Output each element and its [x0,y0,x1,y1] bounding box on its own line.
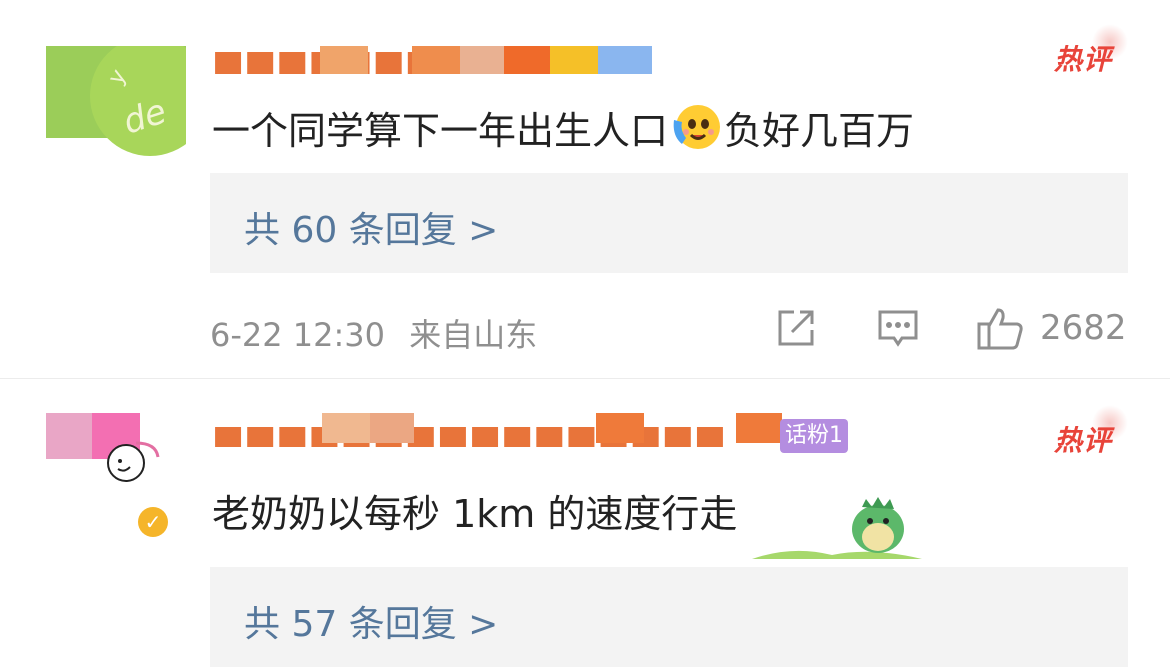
fan-level-badge: 话粉1 [780,419,848,453]
comment-item-2: ✓ ■■■■■■■■■■■■■■■■ 话粉1 热评 老奶奶以每秒 1km 的速度… [0,378,1170,667]
comment-item-1: de y ■■■■■■■■■■■ 热评 一个同学算下一年出生人口 负好几百万 共… [0,0,1170,378]
username-obscured[interactable]: ■■■■■■■■■■■■■■■■ [210,413,870,447]
avatar[interactable]: de y [46,46,186,158]
view-replies-link[interactable]: 共 57 条回复 > [244,595,498,647]
svg-text:■■■■■■■■■■■■■■■■: ■■■■■■■■■■■■■■■■ [212,418,726,447]
hot-comment-badge: 热评 [1054,405,1129,459]
username-obscured[interactable]: ■■■■■■■■■■■ [210,40,660,74]
tearful-happy-emoji-icon [670,102,722,161]
verified-badge-icon: ✓ [138,507,168,537]
replies-box[interactable]: 共 60 条回复 > [210,173,1128,273]
timestamp: 6-22 12:30 [210,316,386,354]
comment-icon[interactable] [876,306,920,350]
hot-comment-badge: 热评 [1054,24,1129,78]
dinosaur-sticker-icon [752,485,922,563]
location: 来自山东 [409,316,538,354]
thumbs-up-icon[interactable] [976,306,1024,350]
comment-text: 一个同学算下一年出生人口 负好几百万 [212,100,914,161]
share-icon[interactable] [774,306,818,350]
view-replies-link[interactable]: 共 60 条回复 > [244,201,498,253]
replies-box[interactable]: 共 57 条回复 > [210,567,1128,667]
avatar[interactable] [46,413,186,525]
comment-text: 老奶奶以每秒 1km 的速度行走 [212,492,738,536]
like-count: 2682 [1040,308,1127,348]
comment-meta: 6-22 12:30 来自山东 [210,310,551,356]
